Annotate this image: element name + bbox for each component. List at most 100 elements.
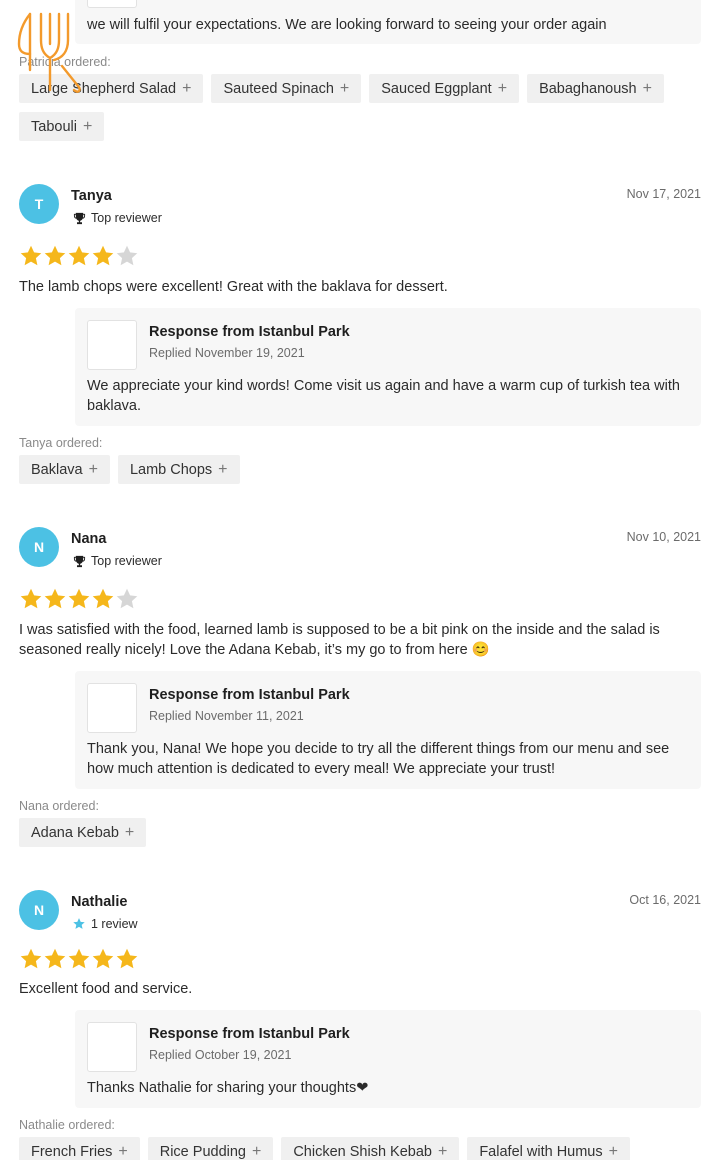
star-filled-icon (92, 588, 114, 609)
ordered-item-label: Adana Kebab (31, 824, 119, 841)
ordered-item-label: Rice Pudding (159, 1143, 246, 1160)
ordered-item-chip[interactable]: Falafel with Humus + (467, 1137, 630, 1160)
owner-response: Response from Istanbul Park Replied Nove… (75, 308, 701, 426)
owner-response: Response from Istanbul Park Replied Octo… (75, 1010, 701, 1108)
reviewer-name[interactable]: Nana (71, 531, 106, 547)
ordered-label: Nana ordered: (19, 799, 99, 813)
ordered-item-chip[interactable]: Lamb Chops + (117, 455, 240, 484)
ordered-item-chip[interactable]: Chicken Shish Kebab + (281, 1137, 460, 1160)
ordered-item-label: French Fries (31, 1143, 113, 1160)
review-card: T Tanya Top reviewer Nov 17, 2021 The la… (0, 184, 720, 484)
plus-icon: + (218, 460, 228, 478)
star-filled-icon (68, 245, 90, 266)
review-card: N Nathalie 1 review Oct 16, 2021 Excelle… (0, 890, 720, 1160)
star-rating (19, 587, 139, 611)
ordered-item-label: Babaghanoush (539, 80, 637, 97)
ordered-item-label: Tabouli (31, 118, 77, 135)
star-filled-icon (68, 588, 90, 609)
response-text: We appreciate your kind words! Come visi… (87, 378, 680, 414)
star-filled-icon (44, 245, 66, 266)
review-date: Nov 17, 2021 (626, 187, 701, 201)
star-filled-icon (20, 948, 42, 969)
star-filled-icon (44, 948, 66, 969)
review-comment: The lamb chops were excellent! Great wit… (19, 279, 448, 295)
reviewer-badge: 1 review (71, 917, 138, 931)
ordered-item-chip[interactable]: Rice Pudding + (147, 1137, 274, 1160)
ordered-item-label: Sauced Eggplant (381, 80, 492, 97)
response-date: Replied November 19, 2021 (149, 346, 305, 360)
star-filled-icon (68, 948, 90, 969)
star-icon (71, 917, 87, 931)
response-text: Thank you, Nana! We hope you decide to t… (87, 741, 670, 777)
previous-response-text: we will fulfil your expectations. We are… (87, 17, 607, 33)
restaurant-thumbnail (87, 1022, 137, 1072)
ordered-items: Adana Kebab + (19, 818, 709, 847)
ordered-items: Large Shepherd Salad + Sauteed Spinach + Sau… (19, 74, 709, 141)
review-date: Nov 10, 2021 (626, 530, 701, 544)
avatar: T (19, 184, 59, 224)
star-rating (19, 947, 139, 971)
response-date: Replied November 11, 2021 (149, 709, 304, 723)
plus-icon: + (182, 79, 192, 97)
star-filled-icon (116, 948, 138, 969)
restaurant-thumbnail (87, 683, 137, 733)
star-empty-icon (116, 588, 138, 609)
star-filled-icon (20, 588, 42, 609)
ordered-item-chip[interactable]: French Fries + (19, 1137, 140, 1160)
ordered-item-chip[interactable]: Sauteed Spinach + (211, 74, 362, 103)
trophy-icon (71, 211, 87, 225)
ordered-item-chip[interactable]: Tabouli + (19, 112, 105, 141)
review-date: Oct 16, 2021 (629, 893, 701, 907)
review-card: N Nana Top reviewer Nov 10, 2021 I was s… (0, 527, 720, 857)
ordered-item-chip[interactable]: Baklava + (19, 455, 110, 484)
ordered-item-label: Chicken Shish Kebab (293, 1143, 432, 1160)
trophy-icon (71, 554, 87, 568)
plus-icon: + (642, 79, 652, 97)
star-filled-icon (44, 588, 66, 609)
plus-icon: + (88, 460, 98, 478)
response-title: Response from Istanbul Park (149, 324, 350, 340)
plus-icon: + (124, 823, 135, 841)
plus-icon: + (118, 1142, 128, 1160)
badge-label: Top reviewer (91, 211, 162, 225)
response-text: Thanks Nathalie for sharing your thought… (87, 1080, 369, 1096)
response-title: Response from Istanbul Park (149, 1026, 350, 1042)
star-filled-icon (92, 245, 114, 266)
ordered-items: French Fries + Rice Pudding + Chicken Shish … (19, 1137, 709, 1160)
review-comment: I was satisfied with the food, learned l… (19, 622, 660, 658)
response-date: Replied October 19, 2021 (149, 1048, 292, 1062)
reviewer-badge: Top reviewer (71, 211, 162, 225)
restaurant-thumbnail (87, 320, 137, 370)
ordered-item-chip[interactable]: Babaghanoush + (527, 74, 664, 103)
plus-icon: + (608, 1142, 618, 1160)
previous-response-card: we will fulfil your expectations. We are… (75, 0, 701, 44)
ordered-item-label: Baklava (31, 461, 83, 478)
plus-icon: + (339, 79, 350, 97)
fork-logo-icon (17, 12, 81, 93)
plus-icon: + (437, 1142, 448, 1160)
ordered-item-chip[interactable]: Adana Kebab + (19, 818, 147, 847)
star-filled-icon (92, 948, 114, 969)
star-empty-icon (116, 245, 138, 266)
review-comment: Excellent food and service. (19, 981, 193, 997)
ordered-item-label: Sauteed Spinach (223, 80, 334, 97)
badge-label: Top reviewer (91, 554, 162, 568)
plus-icon: + (497, 79, 508, 97)
ordered-item-label: Lamb Chops (129, 461, 213, 478)
plus-icon: + (251, 1142, 262, 1160)
ordered-item-label: Falafel with Humus (479, 1143, 603, 1160)
reviewer-name[interactable]: Tanya (71, 188, 112, 204)
owner-response: Response from Istanbul Park Replied Nove… (75, 671, 701, 789)
plus-icon: + (82, 117, 93, 135)
response-title: Response from Istanbul Park (149, 687, 350, 703)
reviewer-name[interactable]: Nathalie (71, 894, 127, 910)
star-rating (19, 244, 139, 268)
reviewer-badge: Top reviewer (71, 554, 162, 568)
ordered-item-chip[interactable]: Sauced Eggplant + (369, 74, 520, 103)
avatar: N (19, 890, 59, 930)
avatar: N (19, 527, 59, 567)
ordered-items: Baklava + Lamb Chops + (19, 455, 709, 484)
ordered-label: Nathalie ordered: (19, 1118, 115, 1132)
star-filled-icon (20, 245, 42, 266)
restaurant-thumbnail (87, 0, 137, 8)
